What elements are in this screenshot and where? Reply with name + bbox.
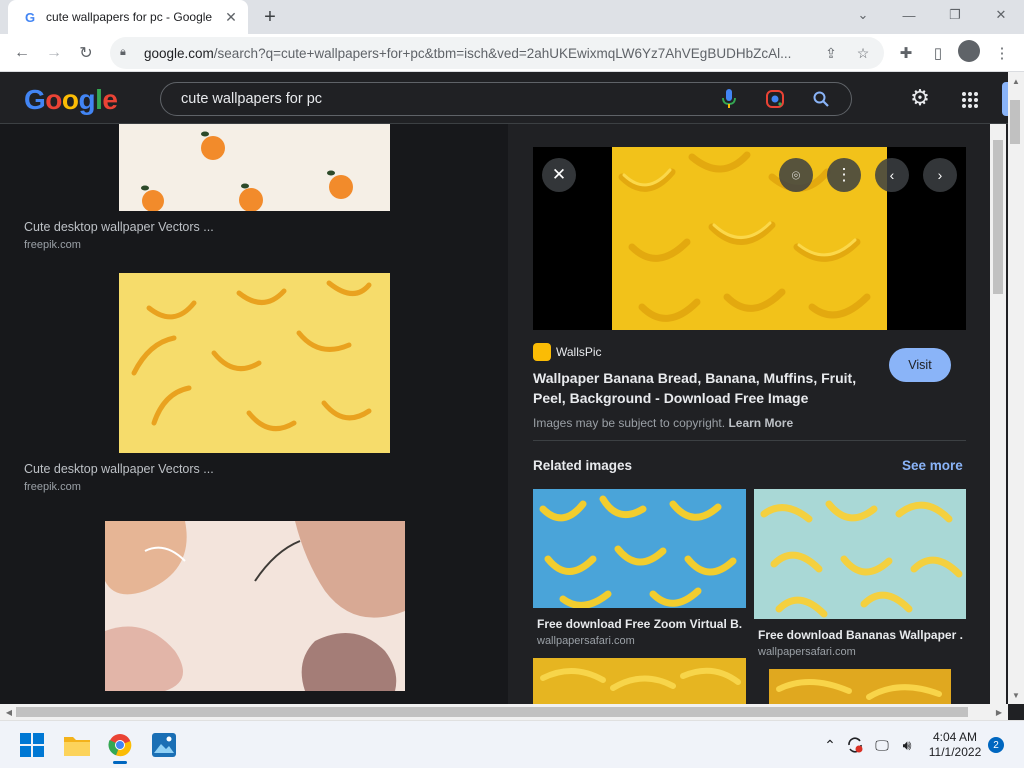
page-vertical-scrollbar-thumb[interactable]	[1010, 100, 1020, 144]
result-image-abstract[interactable]	[105, 521, 405, 691]
related-image-title[interactable]: Free download Bananas Wallpaper ...	[758, 628, 963, 642]
extensions-puzzle-icon[interactable]: ✚	[892, 39, 920, 67]
preview-source-name: WallsPic	[556, 345, 602, 359]
clock-time: 4:04 AM	[932, 730, 978, 744]
result-source[interactable]: freepik.com	[24, 239, 81, 251]
preview-viewer: ✕ ⌾ ⋮ ‹ ›	[533, 147, 966, 330]
lens-search-icon[interactable]: ⌾	[779, 158, 813, 192]
preview-scrollbar-thumb[interactable]	[993, 140, 1003, 294]
search-icon[interactable]	[809, 87, 833, 111]
related-images-heading: Related images	[533, 458, 633, 473]
browser-toolbar: ← → ↻ 🔒︎ google.com/search?q=cute+wallpa…	[0, 34, 1024, 72]
search-input[interactable]: cute wallpapers for pc	[181, 91, 695, 107]
side-panel-icon[interactable]: ▯	[924, 39, 952, 67]
windows-taskbar: ⌃ 🖵︎ 🔊︎ 4:04 AM 11/1/2022 2	[0, 720, 1024, 768]
bookmark-star-icon[interactable]: ☆	[852, 42, 874, 64]
preview-source-row[interactable]: WallsPic	[533, 343, 602, 361]
back-icon[interactable]: ←	[8, 39, 36, 67]
share-icon[interactable]: ⇪	[820, 42, 842, 64]
logo-letter: e	[102, 84, 118, 115]
wallspic-favicon-icon	[533, 343, 551, 361]
scroll-up-arrow-icon[interactable]: ▲	[1009, 74, 1023, 88]
address-bar[interactable]: 🔒︎ google.com/search?q=cute+wallpapers+f…	[110, 37, 884, 69]
url-text[interactable]: google.com/search?q=cute+wallpapers+for+…	[144, 46, 810, 61]
google-logo[interactable]: Google	[24, 84, 118, 116]
google-header: Google cute wallpapers for pc ⚙	[0, 72, 1008, 124]
taskbar-clock[interactable]: 4:04 AM 11/1/2022	[926, 730, 984, 760]
file-explorer-icon[interactable]	[61, 729, 93, 761]
scroll-down-arrow-icon[interactable]: ▼	[1009, 688, 1023, 702]
google-favicon-icon: G	[24, 9, 36, 25]
reload-icon[interactable]: ↻	[72, 39, 100, 67]
show-hidden-icons-chevron-icon[interactable]: ⌃	[820, 735, 840, 755]
restore-icon[interactable]: ❐	[932, 0, 978, 30]
clock-date: 11/1/2022	[928, 745, 982, 759]
lock-icon: 🔒︎	[120, 46, 126, 58]
scroll-right-arrow-icon[interactable]: ▶	[992, 705, 1006, 719]
see-more-link[interactable]: See more	[902, 458, 963, 473]
next-image-icon[interactable]: ›	[923, 158, 957, 192]
volume-icon[interactable]: 🔊︎	[897, 735, 917, 755]
chrome-taskbar-icon[interactable]	[104, 729, 136, 761]
scroll-left-arrow-icon[interactable]: ◀	[2, 705, 16, 719]
logo-letter: g	[78, 84, 96, 115]
windows-start-icon[interactable]	[16, 729, 48, 761]
settings-gear-icon[interactable]: ⚙	[906, 84, 934, 112]
image-results-column: Cute desktop wallpaper Vectors ... freep…	[0, 124, 508, 704]
horizontal-scrollbar-thumb[interactable]	[16, 707, 968, 717]
related-image-source[interactable]: wallpapersafari.com	[758, 646, 856, 658]
related-image-title[interactable]: Free download Free Zoom Virtual B...	[537, 617, 742, 631]
chrome-menu-icon[interactable]: ⋮	[988, 39, 1016, 67]
result-image-oranges[interactable]	[119, 124, 390, 211]
notification-badge[interactable]: 2	[988, 737, 1004, 753]
forward-icon[interactable]: →	[40, 39, 68, 67]
result-image-bananas[interactable]	[119, 273, 390, 453]
photos-app-icon[interactable]	[148, 729, 180, 761]
search-box[interactable]: cute wallpapers for pc	[160, 82, 852, 116]
related-image-source[interactable]: wallpapersafari.com	[537, 635, 635, 647]
logo-letter: G	[24, 84, 46, 115]
logo-letter: o	[45, 84, 62, 115]
result-source[interactable]: freepik.com	[24, 481, 81, 493]
new-tab-icon[interactable]: +	[258, 5, 282, 29]
tab-title: cute wallpapers for pc - Google	[46, 10, 213, 24]
result-title[interactable]: Cute desktop wallpaper Vectors ...	[24, 462, 214, 476]
minimize-icon[interactable]: —	[886, 0, 932, 30]
tab-bar: G cute wallpapers for pc - Google ✕ + ⌄ …	[0, 0, 1024, 34]
copyright-notice: Images may be subject to copyright. Lear…	[533, 416, 794, 430]
visit-button[interactable]: Visit	[889, 348, 951, 382]
logo-letter: o	[61, 84, 79, 115]
result-title[interactable]: Cute desktop wallpaper Vectors ...	[24, 220, 214, 234]
profile-avatar-icon[interactable]	[958, 40, 980, 62]
image-preview-panel: ✕ ⌾ ⋮ ‹ › WallsPic Visit Wallpaper Banan…	[508, 124, 990, 704]
window-close-icon[interactable]: ✕	[978, 0, 1024, 30]
tab-search-chevron-icon[interactable]: ⌄	[840, 0, 886, 30]
related-image-1[interactable]	[533, 489, 746, 608]
tab-close-icon[interactable]: ✕	[222, 8, 240, 26]
preview-title[interactable]: Wallpaper Banana Bread, Banana, Muffins,…	[533, 368, 873, 408]
chrome-active-indicator	[113, 761, 127, 764]
more-options-icon[interactable]: ⋮	[827, 158, 861, 192]
page-vertical-scrollbar[interactable]	[1008, 72, 1024, 704]
divider	[533, 440, 966, 441]
related-image-3[interactable]	[533, 658, 746, 704]
close-preview-icon[interactable]: ✕	[542, 158, 576, 192]
previous-image-icon[interactable]: ‹	[875, 158, 909, 192]
related-image-4[interactable]	[769, 669, 951, 704]
sync-alert-icon[interactable]	[845, 735, 865, 755]
google-apps-grid-icon[interactable]	[956, 86, 984, 114]
google-lens-icon[interactable]	[763, 87, 787, 111]
related-image-2[interactable]	[754, 489, 966, 619]
browser-tab[interactable]: G cute wallpapers for pc - Google ✕	[8, 0, 248, 34]
network-icon[interactable]: 🖵︎	[872, 735, 892, 755]
google-images-page: Google cute wallpapers for pc ⚙ Cute des…	[0, 72, 1008, 704]
microphone-icon[interactable]	[717, 87, 741, 111]
learn-more-link[interactable]: Learn More	[728, 416, 793, 430]
